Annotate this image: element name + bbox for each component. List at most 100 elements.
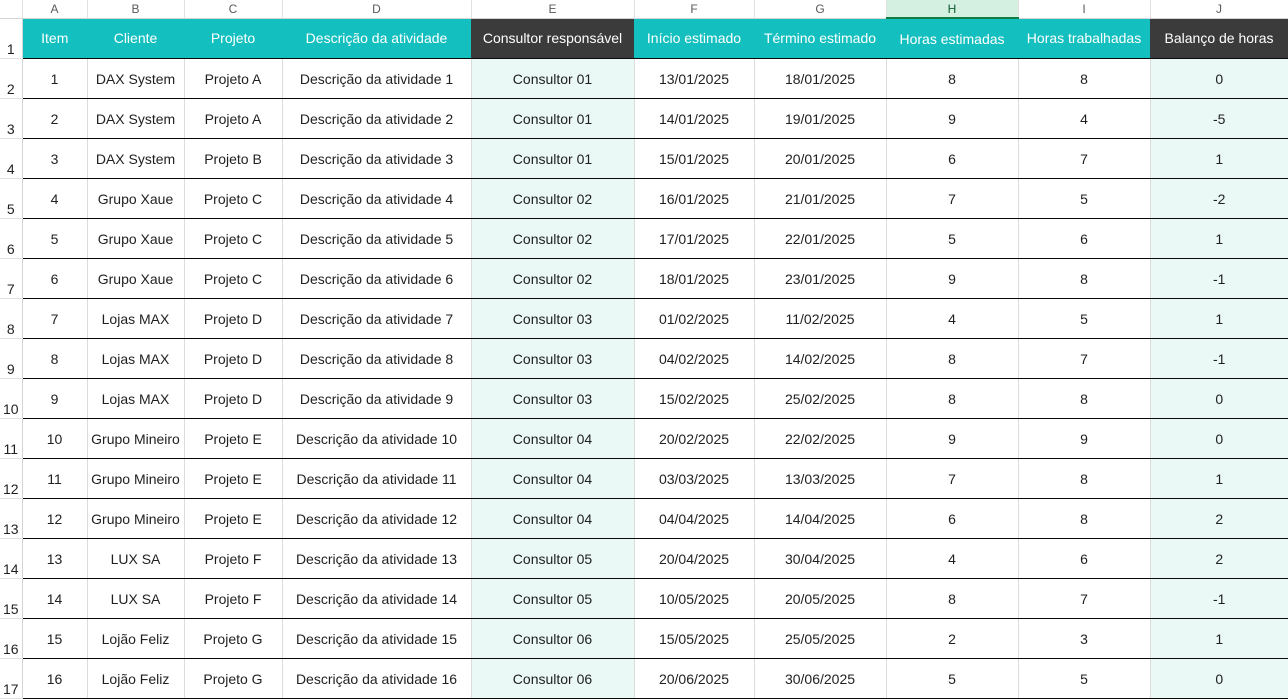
row-number[interactable]: 15 [0,578,23,619]
table-cell[interactable]: Consultor 04 [470,458,634,499]
row-number[interactable]: 9 [0,338,23,379]
column-header[interactable]: A [22,0,88,19]
table-cell[interactable]: Descrição da atividade 12 [281,498,471,539]
table-cell[interactable]: Consultor 04 [470,498,634,539]
table-cell[interactable]: 8 [885,58,1018,99]
table-cell[interactable]: Descrição da atividade 7 [281,298,471,339]
table-cell[interactable]: 5 [1017,178,1150,219]
table-cell[interactable]: 2 [22,98,87,139]
table-cell[interactable]: 4 [1017,98,1150,139]
table-cell[interactable]: 0 [1149,418,1288,459]
table-cell[interactable]: 18/01/2025 [753,58,886,99]
table-cell[interactable]: 20/04/2025 [633,538,754,579]
table-cell[interactable]: Projeto D [183,298,282,339]
table-cell[interactable]: 7 [885,178,1018,219]
table-cell[interactable]: 30/04/2025 [753,538,886,579]
table-cell[interactable]: 13/01/2025 [633,58,754,99]
header-cell[interactable]: Cliente [87,18,184,59]
table-cell[interactable]: 20/05/2025 [753,578,886,619]
table-cell[interactable]: Projeto B [183,138,282,179]
column-header[interactable]: H [886,0,1019,19]
table-cell[interactable]: Descrição da atividade 1 [281,58,471,99]
column-header[interactable]: E [471,0,635,19]
table-cell[interactable]: 10/05/2025 [633,578,754,619]
header-cell[interactable]: Balanço de horas [1150,18,1288,59]
table-cell[interactable]: 01/02/2025 [633,298,754,339]
table-cell[interactable]: LUX SA [86,538,184,579]
row-number[interactable]: 11 [0,418,23,459]
table-cell[interactable]: DAX System [86,58,184,99]
table-cell[interactable]: 23/01/2025 [753,258,886,299]
table-cell[interactable]: 8 [885,578,1018,619]
table-cell[interactable]: Descrição da atividade 13 [281,538,471,579]
table-cell[interactable]: Consultor 03 [470,298,634,339]
table-cell[interactable]: Descrição da atividade 6 [281,258,471,299]
table-cell[interactable]: 6 [885,498,1018,539]
column-header[interactable]: I [1018,0,1151,19]
table-cell[interactable]: Consultor 05 [470,578,634,619]
header-cell[interactable]: Item [22,18,87,59]
table-cell[interactable]: 2 [1149,498,1288,539]
table-cell[interactable]: 2 [1149,538,1288,579]
table-cell[interactable]: 9 [1017,418,1150,459]
table-cell[interactable]: 16 [22,658,87,699]
table-cell[interactable]: Consultor 05 [470,538,634,579]
table-cell[interactable]: 6 [22,258,87,299]
table-cell[interactable]: 14 [22,578,87,619]
table-cell[interactable]: 22/01/2025 [753,218,886,259]
table-cell[interactable]: Grupo Mineiro [86,418,184,459]
table-cell[interactable]: DAX System [86,98,184,139]
table-cell[interactable]: 9 [22,378,87,419]
table-cell[interactable]: 04/04/2025 [633,498,754,539]
table-cell[interactable]: 4 [885,538,1018,579]
table-cell[interactable]: 1 [1149,218,1288,259]
row-number[interactable]: 12 [0,458,23,499]
header-cell[interactable]: Projeto [184,18,282,59]
table-cell[interactable]: Lojas MAX [86,298,184,339]
table-cell[interactable]: 6 [1017,538,1150,579]
table-cell[interactable]: Consultor 06 [470,618,634,659]
row-number[interactable]: 2 [0,58,23,99]
table-cell[interactable]: Projeto E [183,418,282,459]
table-cell[interactable]: 5 [1017,298,1150,339]
table-cell[interactable]: 21/01/2025 [753,178,886,219]
table-cell[interactable]: Descrição da atividade 10 [281,418,471,459]
table-cell[interactable]: 15/01/2025 [633,138,754,179]
table-cell[interactable]: Projeto F [183,538,282,579]
table-cell[interactable]: 12 [22,498,87,539]
table-cell[interactable]: Descrição da atividade 14 [281,578,471,619]
table-cell[interactable]: 20/06/2025 [633,658,754,699]
table-cell[interactable]: 19/01/2025 [753,98,886,139]
table-cell[interactable]: Consultor 04 [470,418,634,459]
row-number[interactable]: 5 [0,178,23,219]
table-cell[interactable]: Projeto G [183,658,282,699]
table-cell[interactable]: 9 [885,98,1018,139]
header-cell[interactable]: Horas trabalhadas [1018,18,1150,59]
table-cell[interactable]: Grupo Xaue [86,218,184,259]
table-cell[interactable]: 1 [1149,618,1288,659]
table-cell[interactable]: 30/06/2025 [753,658,886,699]
table-cell[interactable]: Descrição da atividade 4 [281,178,471,219]
table-cell[interactable]: 8 [1017,458,1150,499]
table-cell[interactable]: 20/02/2025 [633,418,754,459]
row-number[interactable]: 8 [0,298,23,339]
table-cell[interactable]: 7 [22,298,87,339]
table-cell[interactable]: 5 [22,218,87,259]
table-cell[interactable]: -1 [1149,338,1288,379]
table-cell[interactable]: 04/02/2025 [633,338,754,379]
table-cell[interactable]: 0 [1149,658,1288,699]
table-cell[interactable]: 6 [1017,218,1150,259]
header-cell[interactable]: Horas estimadas [886,18,1018,59]
table-cell[interactable]: Lojão Feliz [86,658,184,699]
table-cell[interactable]: Descrição da atividade 11 [281,458,471,499]
table-cell[interactable]: 22/02/2025 [753,418,886,459]
column-header[interactable]: B [87,0,185,19]
table-cell[interactable]: -1 [1149,578,1288,619]
table-cell[interactable]: 8 [22,338,87,379]
table-cell[interactable]: Projeto A [183,58,282,99]
table-cell[interactable]: 16/01/2025 [633,178,754,219]
header-cell[interactable]: Descrição da atividade [282,18,471,59]
table-cell[interactable]: Projeto C [183,178,282,219]
table-cell[interactable]: Projeto D [183,378,282,419]
table-cell[interactable]: 0 [1149,378,1288,419]
